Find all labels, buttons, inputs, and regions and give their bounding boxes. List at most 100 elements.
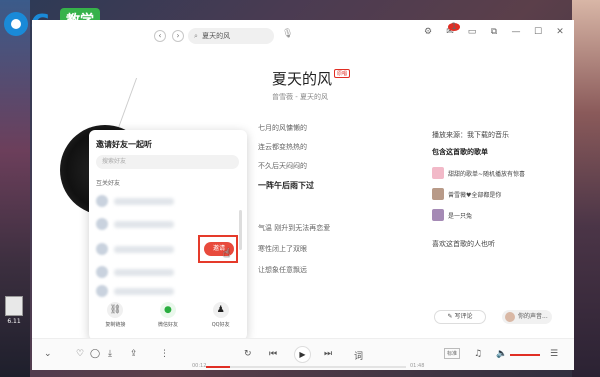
playlist-name: 曾雪薇♥全部都是你 <box>448 191 502 199</box>
invite-friends-panel: 邀请好友一起听 搜索好友 互关好友 邀请 ☝ ⛓ 复制链接 ● 微信好友 ♟ Q… <box>89 130 247 340</box>
playlist-item[interactable]: 曾雪薇♥全部都是你 <box>432 188 501 200</box>
search-value: 夏天的风 <box>202 32 231 40</box>
desktop-wallpaper-right <box>572 0 600 377</box>
desktop-file-label: 6.11 <box>7 318 21 325</box>
lyric-line-active: 一阵午后雨下过 <box>258 181 314 190</box>
friend-row[interactable] <box>96 194 191 208</box>
like-icon[interactable]: ♡ <box>76 349 84 359</box>
lyric-line: 连云都变热热的 <box>258 143 307 151</box>
lyrics-toggle[interactable]: 词 <box>354 349 363 362</box>
lyric-line: 不久后天闷闷的 <box>258 162 307 170</box>
desktop-file[interactable]: 6.11 <box>2 296 26 328</box>
panel-scrollbar[interactable] <box>239 210 242 250</box>
notification-badge: 1 <box>448 23 460 32</box>
friend-row[interactable] <box>96 284 191 298</box>
share-label: QQ好友 <box>211 322 230 328</box>
share-label: 复制链接 <box>105 322 126 328</box>
playlist-cover <box>432 188 444 200</box>
skin-icon[interactable]: ▭ <box>466 27 478 37</box>
progress-bar[interactable] <box>206 366 406 368</box>
download-icon[interactable]: ⤓ <box>108 349 112 359</box>
share-icon[interactable]: ⇪ <box>130 349 138 359</box>
close-icon[interactable]: ✕ <box>554 27 566 37</box>
friend-row[interactable] <box>96 265 191 279</box>
lyric-line: 气温 刚升到无法再恋爱 <box>258 224 331 232</box>
wechat-share-button[interactable]: ● 微信好友 <box>148 302 188 328</box>
total-time: 01:48 <box>410 363 425 369</box>
volume-slider[interactable] <box>510 354 540 356</box>
more-icon[interactable]: ⋮ <box>160 349 169 359</box>
quality-badge[interactable]: 标准 <box>444 348 461 359</box>
sound-effect-icon[interactable]: ♫ <box>474 349 482 359</box>
search-icon: ⌕ <box>194 32 198 40</box>
progress-fill <box>206 366 230 368</box>
avatar <box>96 195 108 207</box>
titlebar: ‹ › ⌕ 夏天的风 🎙 ⚙ ✉ 1 ▭ ⧉ — ☐ ✕ <box>32 20 574 52</box>
song-tag: 原唱 <box>334 69 351 78</box>
comment-label: 写评论 <box>454 313 473 320</box>
song-artist[interactable]: 曾雪薇 - 夏天的风 <box>272 92 328 102</box>
previous-icon[interactable]: ⏮ <box>269 349 277 359</box>
write-comment-button[interactable]: ✎ 写评论 <box>434 310 486 324</box>
player-bar: ⌄ ♡ ◯ ⤓ ⇪ ⋮ ↻ ⏮ ▶ ⏭ 词 00:12 01:48 标准 ♫ 🔈… <box>32 338 574 370</box>
friend-name-blurred <box>114 220 174 228</box>
avatar <box>96 218 108 230</box>
playlist-item[interactable]: 甜甜的歌单~随机播放有惊喜 <box>432 167 525 179</box>
friend-row[interactable] <box>96 217 191 231</box>
forward-button[interactable]: › <box>172 30 184 42</box>
playlist-name: 是一只兔 <box>448 212 473 220</box>
share-label: 微信好友 <box>157 322 178 328</box>
playlist-cover <box>432 167 444 179</box>
comment-icon[interactable]: ◯ <box>90 349 100 359</box>
loop-icon[interactable]: ↻ <box>244 349 252 359</box>
playlist-heading: 包含这首歌的歌单 <box>432 148 488 156</box>
playlist-name: 甜甜的歌单~随机播放有惊喜 <box>448 170 526 178</box>
wechat-icon: ● <box>159 302 176 318</box>
friend-name-blurred <box>114 197 174 205</box>
back-button[interactable]: ‹ <box>154 30 166 42</box>
playlist-item[interactable]: 是一只兔 <box>432 209 472 221</box>
also-listened-heading: 喜欢这首歌的人也听 <box>432 240 495 248</box>
minimize-icon[interactable]: — <box>510 27 522 37</box>
avatar <box>96 285 108 297</box>
invite-panel-title: 邀请好友一起听 <box>96 140 152 149</box>
playlist-icon[interactable]: ☰ <box>550 349 558 359</box>
friend-name-blurred <box>114 245 174 253</box>
miniplayer-icon[interactable]: ⧉ <box>488 27 500 37</box>
collapse-icon[interactable]: ⌄ <box>44 349 52 359</box>
tonearm <box>117 78 177 128</box>
song-title: 夏天的风 <box>272 70 333 88</box>
avatar <box>96 243 108 255</box>
link-icon: ⛓ <box>107 302 124 318</box>
friend-name-blurred <box>114 268 174 276</box>
window-controls: ⚙ ✉ 1 ▭ ⧉ — ☐ ✕ <box>422 23 566 38</box>
voice-chip-label: 你的声音... <box>518 313 548 320</box>
current-time: 00:12 <box>192 363 207 369</box>
copy-link-button[interactable]: ⛓ 复制链接 <box>95 302 135 328</box>
next-icon[interactable]: ⏭ <box>324 349 332 359</box>
friends-section-label: 互关好友 <box>96 180 121 187</box>
search-input[interactable]: ⌕ 夏天的风 <box>188 28 274 44</box>
friend-row[interactable] <box>96 242 191 256</box>
friend-name-blurred <box>114 287 174 295</box>
play-button[interactable]: ▶ <box>294 346 311 363</box>
volume-icon[interactable]: 🔈 <box>496 349 507 359</box>
file-icon <box>5 296 23 316</box>
avatar <box>505 312 515 322</box>
settings-icon[interactable]: ⚙ <box>422 27 434 37</box>
avatar <box>96 266 108 278</box>
lyric-line: 七月的风慵懒的 <box>258 124 307 132</box>
lyric-line: 让想象任意飘远 <box>258 266 307 274</box>
microphone-icon[interactable]: 🎙 <box>282 29 293 39</box>
playlist-cover <box>432 209 444 221</box>
lyric-line: 寒性闭上了双眼 <box>258 245 307 253</box>
play-source[interactable]: 播放来源：我下载的音乐 <box>432 130 509 140</box>
hand-cursor-icon: ☝ <box>223 246 231 260</box>
voice-chip[interactable]: 你的声音... <box>502 310 552 324</box>
qq-icon: ♟ <box>212 302 229 318</box>
message-icon[interactable]: ✉ 1 <box>444 23 460 37</box>
maximize-icon[interactable]: ☐ <box>532 27 544 37</box>
music-player-window: ‹ › ⌕ 夏天的风 🎙 ⚙ ✉ 1 ▭ ⧉ — ☐ ✕ 夏天的风 原唱 曾雪薇 … <box>32 20 574 370</box>
qq-share-button[interactable]: ♟ QQ好友 <box>201 302 241 328</box>
friend-search-input[interactable]: 搜索好友 <box>96 155 239 169</box>
